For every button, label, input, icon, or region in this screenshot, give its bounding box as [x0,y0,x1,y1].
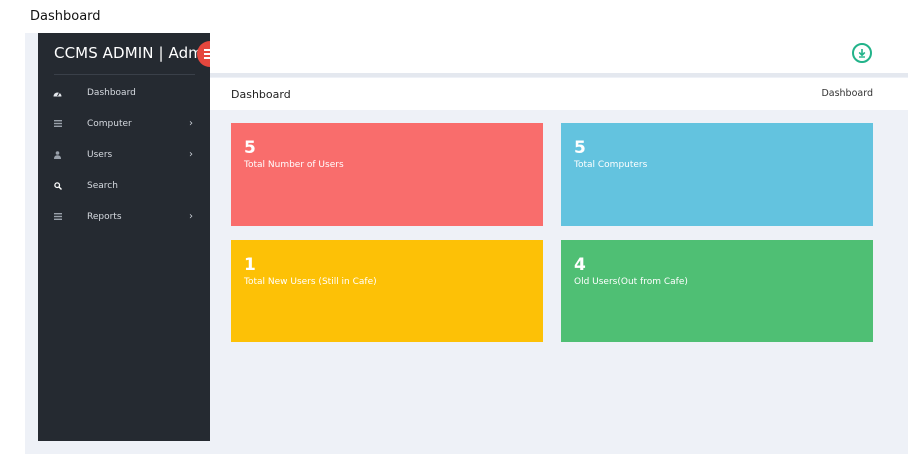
stat-count: 5 [574,138,586,158]
breadcrumb[interactable]: Dashboard [821,88,873,99]
stat-count: 4 [574,255,586,275]
download-button[interactable] [852,43,872,63]
sidebar-item-label: Dashboard [87,87,136,98]
page-title: Dashboard [231,88,291,101]
list-icon [52,118,63,129]
dashboard-icon [52,87,63,98]
brand-divider [54,74,195,75]
user-icon [52,149,63,160]
stat-card-old-users[interactable]: 4 Old Users(Out from Cafe) [561,240,873,342]
stat-count: 5 [244,138,256,158]
topbar-divider [210,73,908,77]
brand-title: CCMS ADMIN | Admin [54,44,217,62]
stat-label: Total Computers [574,160,648,170]
sidebar-item-label: Search [87,180,118,191]
stat-count: 1 [244,255,256,275]
sidebar-item-search[interactable]: Search [38,170,210,201]
sidebar-item-reports[interactable]: Reports › [38,201,210,232]
sidebar-item-label: Users [87,149,113,160]
chevron-right-icon: › [189,211,193,222]
stat-label: Old Users(Out from Cafe) [574,277,688,287]
top-navbar [210,33,908,73]
sidebar-menu: Dashboard Computer › Users › Search Repo… [38,77,210,232]
sidebar-item-users[interactable]: Users › [38,139,210,170]
chevron-right-icon: › [189,149,193,160]
sidebar-item-label: Computer [87,118,132,129]
stat-card-new-users[interactable]: 1 Total New Users (Still in Cafe) [231,240,543,342]
chevron-right-icon: › [189,118,193,129]
stat-label: Total New Users (Still in Cafe) [244,277,377,287]
page-caption: Dashboard [30,9,101,24]
sidebar-item-computer[interactable]: Computer › [38,108,210,139]
stat-card-total-users[interactable]: 5 Total Number of Users [231,123,543,226]
stat-card-total-computers[interactable]: 5 Total Computers [561,123,873,226]
content-header: Dashboard Dashboard [210,78,908,110]
sidebar-item-label: Reports [87,211,122,222]
sidebar-item-dashboard[interactable]: Dashboard [38,77,210,108]
list-icon [52,211,63,222]
search-icon [52,180,63,191]
sidebar: CCMS ADMIN | Admin Dashboard Computer › [38,33,223,441]
stat-label: Total Number of Users [244,160,344,170]
download-icon [858,49,866,58]
